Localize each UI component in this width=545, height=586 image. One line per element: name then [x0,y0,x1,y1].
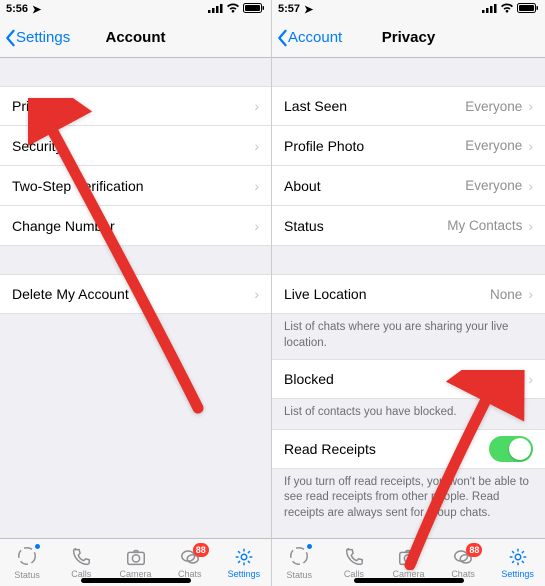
cell-value: My Contacts [447,218,522,233]
navbar: Account Privacy [272,18,545,58]
cell-label: About [284,178,465,194]
battery-icon [517,3,539,16]
chevron-right-icon: › [528,371,533,387]
location-icon: ➤ [304,3,313,16]
tab-chats[interactable]: 88Chats [163,546,217,579]
chevron-right-icon: › [254,218,259,234]
cell-change-number[interactable]: Change Number› [0,206,271,246]
signal-icon [208,3,223,16]
phone-privacy: 5:57➤ Account Privacy Last SeenEveryone›… [272,0,545,586]
chevron-right-icon: › [528,218,533,234]
cell-security[interactable]: Security› [0,126,271,166]
tab-label: Settings [228,569,261,579]
signal-icon [482,3,497,16]
home-indicator [81,578,191,583]
cell-label: Two-Step Verification [12,178,254,194]
cell-label: Last Seen [284,98,465,114]
chevron-right-icon: › [528,286,533,302]
cell-label: Live Location [284,286,490,302]
cell-read-receipts: Read Receipts [272,429,545,469]
page-title: Account [106,29,166,46]
cell-label: Change Number [12,218,254,234]
cell-label: Privacy [12,98,254,114]
page-title: Privacy [382,29,435,46]
tab-label: Settings [501,569,534,579]
status-bar: 5:56 ➤ [0,0,271,18]
cell-blocked[interactable]: Blocked2 contacts › [272,359,545,399]
content: Privacy› Security› Two-Step Verification… [0,58,271,538]
footer-note: List of chats where you are sharing your… [272,314,545,359]
chevron-right-icon: › [254,98,259,114]
cell-profile-photo[interactable]: Profile PhotoEveryone › [272,126,545,166]
tab-label: Status [14,570,40,580]
back-button[interactable]: Account [276,29,342,47]
chevron-right-icon: › [254,138,259,154]
cell-value: None [490,287,522,302]
cell-label: Blocked [284,371,461,387]
back-label: Settings [16,29,70,46]
back-button[interactable]: Settings [4,29,70,47]
time: 5:57 [278,3,300,15]
badge: 88 [466,543,482,557]
tab-label: Status [287,570,313,580]
cell-privacy[interactable]: Privacy› [0,86,271,126]
status-bar: 5:57 ➤ [272,0,545,18]
tab-calls[interactable]: Calls [54,546,108,579]
status-dot-icon [35,544,40,549]
location-icon: ➤ [32,3,41,16]
footer-note: If you turn off read receipts, you won't… [272,469,545,530]
footer-note: List of contacts you have blocked. [272,399,545,429]
tab-chats[interactable]: 88Chats [436,546,491,579]
cell-label: Security [12,138,254,154]
tab-calls[interactable]: Calls [327,546,382,579]
back-label: Account [288,29,342,46]
cell-value: Everyone [465,138,522,153]
read-receipts-toggle[interactable] [489,436,533,462]
cell-value: Everyone [465,99,522,114]
chevron-right-icon: › [528,138,533,154]
battery-icon [243,3,265,16]
cell-status[interactable]: StatusMy Contacts › [272,206,545,246]
status-dot-icon [307,544,312,549]
tab-settings[interactable]: Settings [217,546,271,579]
chevron-right-icon: › [254,286,259,302]
badge: 88 [193,543,209,557]
phone-account: 5:56➤ Settings Account Privacy› Security… [0,0,272,586]
tab-settings[interactable]: Settings [490,546,545,579]
wifi-icon [226,3,240,16]
wifi-icon [500,3,514,16]
content: Last SeenEveryone› Profile PhotoEveryone… [272,58,545,538]
cell-label: Status [284,218,447,234]
cell-about[interactable]: AboutEveryone › [272,166,545,206]
navbar: Settings Account [0,18,271,58]
cell-delete-account[interactable]: Delete My Account› [0,274,271,314]
cell-value: Everyone [465,178,522,193]
cell-last-seen[interactable]: Last SeenEveryone › [272,86,545,126]
cell-label: Delete My Account [12,286,254,302]
cell-label: Profile Photo [284,138,465,154]
chevron-right-icon: › [528,178,533,194]
cell-value: 2 contacts [461,372,523,387]
cell-live-location[interactable]: Live LocationNone › [272,274,545,314]
tab-status[interactable]: Status [272,545,327,580]
chevron-right-icon: › [528,98,533,114]
cell-label: Read Receipts [284,441,489,457]
tab-camera[interactable]: Camera [381,546,436,579]
cell-two-step[interactable]: Two-Step Verification› [0,166,271,206]
tab-camera[interactable]: Camera [108,546,162,579]
home-indicator [354,578,464,583]
tab-status[interactable]: Status [0,545,54,580]
time: 5:56 [6,3,28,15]
chevron-right-icon: › [254,178,259,194]
